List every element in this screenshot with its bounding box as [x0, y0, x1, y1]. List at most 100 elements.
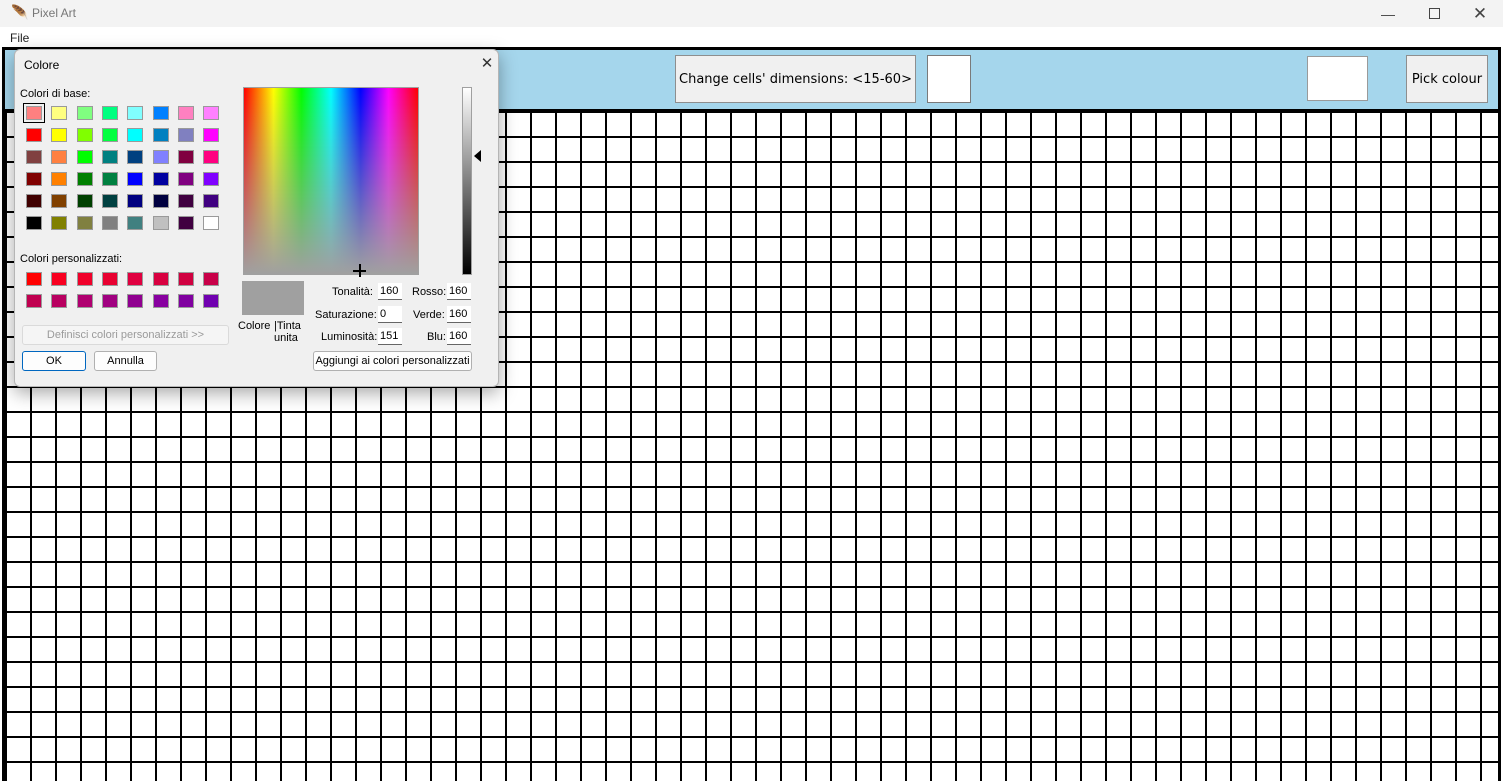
basic-color-swatch[interactable] — [26, 172, 42, 186]
basic-color-swatch[interactable] — [203, 150, 220, 164]
custom-color-swatch[interactable] — [101, 294, 118, 308]
custom-color-swatch[interactable] — [101, 272, 118, 286]
blue-field[interactable] — [447, 328, 471, 345]
basic-color-swatch[interactable] — [152, 150, 169, 164]
basic-color-swatch[interactable] — [51, 172, 68, 186]
basic-color-swatch[interactable] — [152, 106, 169, 120]
hue-label: Tonalità: — [332, 286, 373, 298]
basic-color-swatch[interactable] — [101, 128, 118, 142]
basic-color-swatch[interactable] — [203, 128, 220, 142]
minimize-button[interactable]: — — [1365, 0, 1411, 27]
hue-field[interactable] — [378, 283, 402, 300]
basic-colors-label: Colori di base: — [20, 88, 91, 100]
basic-color-swatch[interactable] — [127, 194, 144, 208]
color-spectrum[interactable] — [243, 87, 419, 275]
blue-label: Blu: — [427, 331, 446, 343]
custom-color-swatch[interactable] — [152, 294, 169, 308]
add-to-custom-colors-button[interactable]: Aggiungi ai colori personalizzati — [313, 351, 472, 371]
define-custom-colors-button[interactable]: Definisci colori personalizzati >> — [22, 325, 229, 345]
color-dialog: Colore ✕ Colori di base: Colori personal… — [14, 49, 499, 387]
basic-color-swatch[interactable] — [26, 128, 42, 142]
luminosity-arrow-icon[interactable] — [474, 150, 481, 162]
window-close-button[interactable]: ✕ — [1457, 0, 1503, 27]
close-icon: ✕ — [1472, 3, 1488, 23]
basic-color-swatch[interactable] — [177, 194, 194, 208]
close-icon: ✕ — [480, 55, 494, 72]
custom-color-swatch[interactable] — [51, 272, 68, 286]
custom-color-swatch[interactable] — [76, 294, 93, 308]
basic-color-swatch[interactable] — [152, 216, 169, 230]
basic-color-swatch[interactable] — [76, 194, 93, 208]
basic-color-swatch[interactable] — [51, 194, 68, 208]
color-preview — [242, 281, 304, 315]
dialog-close-button[interactable]: ✕ — [477, 53, 497, 73]
menu-bar: File — [0, 27, 1503, 47]
basic-color-swatch[interactable] — [76, 128, 93, 142]
custom-colors-label: Colori personalizzati: — [20, 253, 123, 265]
luminosity-bar[interactable] — [462, 87, 472, 275]
saturation-field[interactable] — [378, 306, 402, 323]
basic-color-swatch[interactable] — [51, 150, 68, 164]
luminosity-label: Luminosità: — [321, 331, 378, 343]
custom-color-swatch[interactable] — [203, 294, 220, 308]
basic-color-swatch[interactable] — [152, 194, 169, 208]
basic-color-swatch[interactable] — [127, 106, 144, 120]
red-field[interactable] — [447, 283, 471, 300]
basic-color-swatch[interactable] — [203, 194, 220, 208]
dimension-entry[interactable] — [927, 55, 971, 103]
basic-color-swatch[interactable] — [203, 216, 220, 230]
basic-color-swatch[interactable] — [26, 194, 42, 208]
current-colour-preview — [1307, 56, 1368, 101]
custom-color-swatch[interactable] — [127, 272, 144, 286]
basic-color-swatch[interactable] — [23, 103, 45, 123]
basic-color-swatch[interactable] — [177, 216, 194, 230]
basic-color-swatch[interactable] — [51, 106, 68, 120]
custom-color-swatch[interactable] — [177, 272, 194, 286]
basic-color-swatch[interactable] — [101, 106, 118, 120]
basic-color-swatch[interactable] — [51, 216, 68, 230]
basic-color-swatch[interactable] — [101, 150, 118, 164]
custom-color-swatch[interactable] — [26, 272, 42, 286]
green-field[interactable] — [447, 306, 471, 323]
custom-color-swatch[interactable] — [152, 272, 169, 286]
basic-color-swatch[interactable] — [76, 172, 93, 186]
solid-color-label: |Tinta unita — [274, 320, 301, 344]
maximize-button[interactable] — [1411, 0, 1457, 27]
basic-color-swatch[interactable] — [152, 172, 169, 186]
custom-color-swatch[interactable] — [177, 294, 194, 308]
basic-color-swatch[interactable] — [101, 216, 118, 230]
basic-color-swatch[interactable] — [76, 216, 93, 230]
basic-color-swatch[interactable] — [127, 150, 144, 164]
change-dimensions-button[interactable]: Change cells' dimensions: <15-60> — [675, 55, 916, 103]
basic-color-swatch[interactable] — [177, 150, 194, 164]
basic-color-swatch[interactable] — [127, 216, 144, 230]
cancel-button[interactable]: Annulla — [94, 351, 157, 371]
basic-color-swatch[interactable] — [76, 106, 93, 120]
basic-color-swatch[interactable] — [101, 172, 118, 186]
custom-color-swatch[interactable] — [203, 272, 220, 286]
basic-color-swatch[interactable] — [177, 172, 194, 186]
basic-color-swatch[interactable] — [26, 216, 42, 230]
basic-color-swatch[interactable] — [152, 128, 169, 142]
custom-color-swatch[interactable] — [26, 294, 42, 308]
custom-color-swatch[interactable] — [51, 294, 68, 308]
basic-color-swatch[interactable] — [177, 106, 194, 120]
pick-colour-button[interactable]: Pick colour — [1406, 55, 1488, 103]
ok-button[interactable]: OK — [22, 351, 86, 371]
basic-color-swatch[interactable] — [127, 172, 144, 186]
custom-color-swatch[interactable] — [76, 272, 93, 286]
basic-color-swatch[interactable] — [76, 150, 93, 164]
menu-file[interactable]: File — [10, 31, 29, 45]
saturation-label: Saturazione: — [315, 309, 377, 321]
basic-color-swatch[interactable] — [101, 194, 118, 208]
basic-color-swatch[interactable] — [203, 106, 220, 120]
basic-color-swatch[interactable] — [177, 128, 194, 142]
basic-color-swatch[interactable] — [203, 172, 220, 186]
basic-color-swatch[interactable] — [127, 128, 144, 142]
dialog-title: Colore — [24, 58, 60, 72]
custom-color-swatch[interactable] — [127, 294, 144, 308]
basic-color-swatch[interactable] — [26, 150, 42, 164]
feather-icon: 🪶 — [11, 4, 29, 20]
luminosity-field[interactable] — [378, 328, 402, 345]
basic-color-swatch[interactable] — [51, 128, 68, 142]
